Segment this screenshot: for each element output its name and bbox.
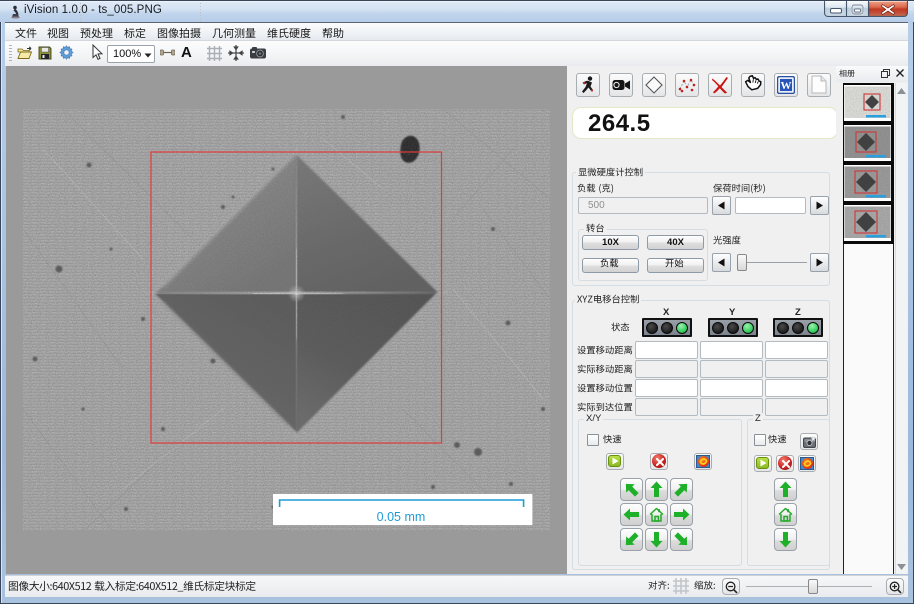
svg-text:W: W — [781, 80, 792, 92]
svg-text:0.05 mm: 0.05 mm — [377, 510, 426, 524]
